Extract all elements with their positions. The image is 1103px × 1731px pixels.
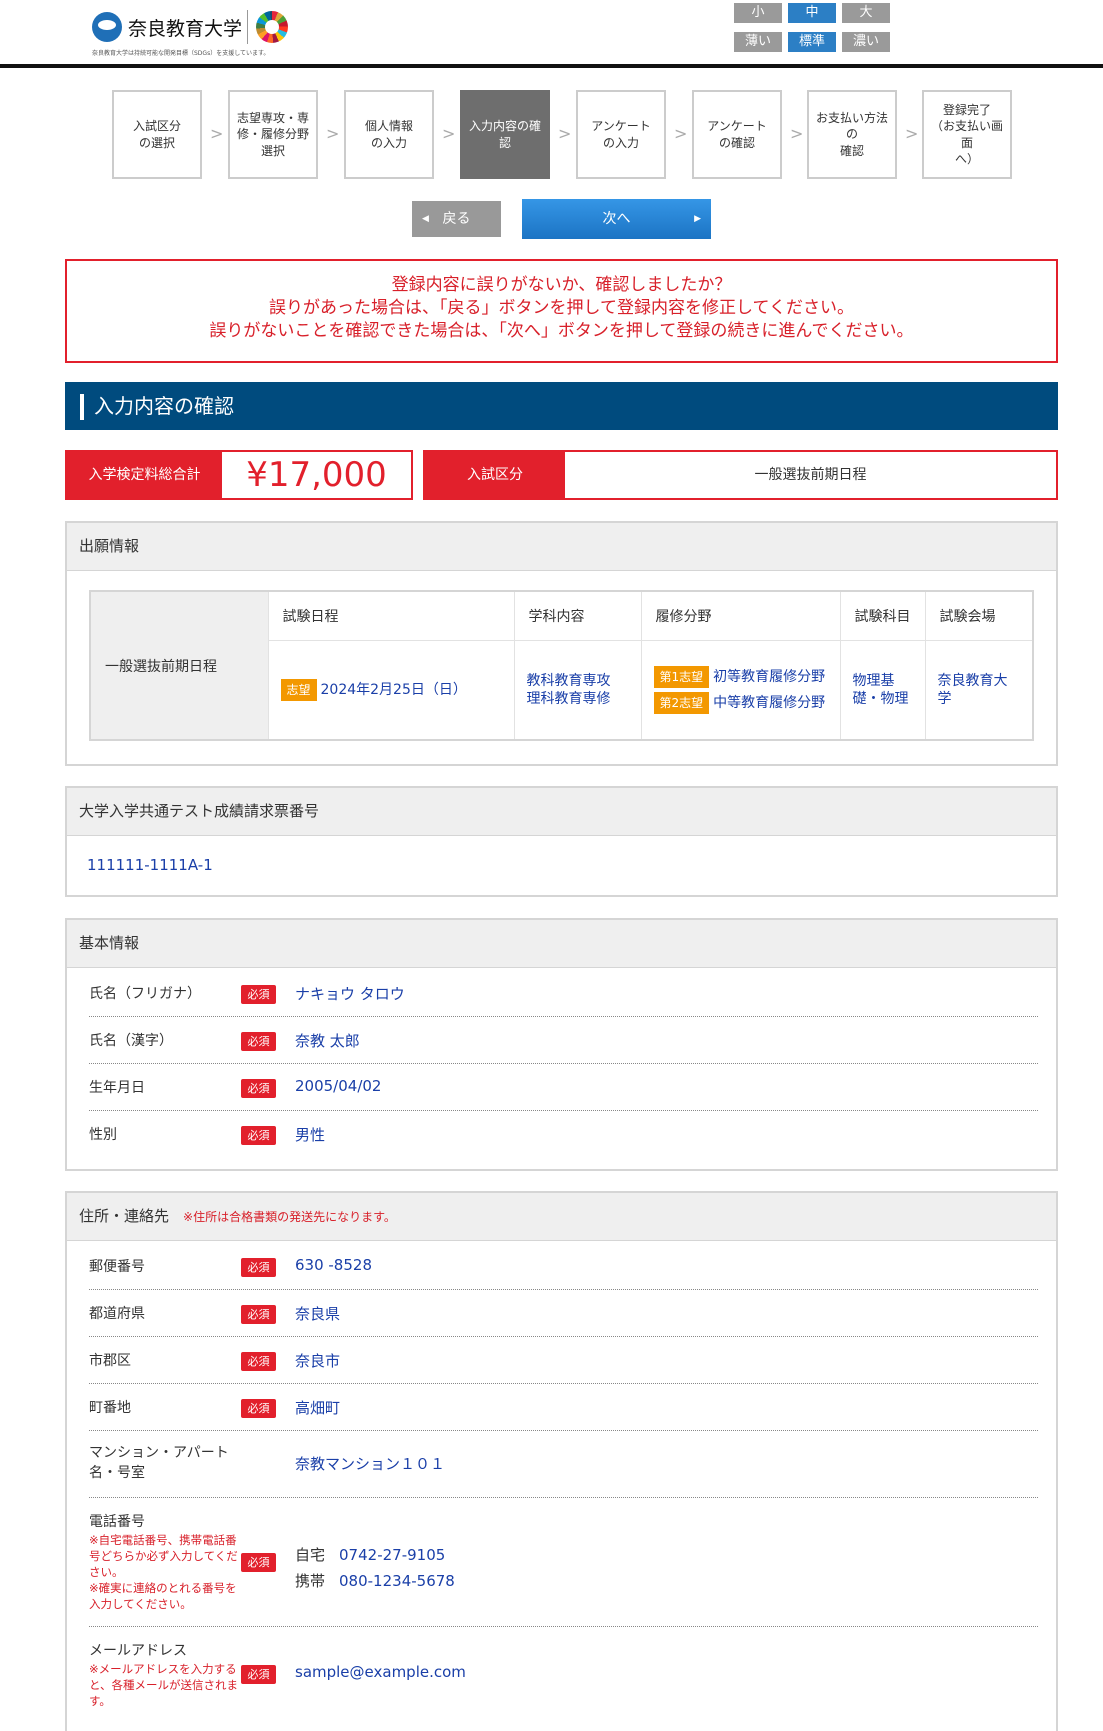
chevron-right-icon: > [674,124,688,143]
chevron-right-icon: > [905,124,919,143]
confirmation-notice: 登録内容に誤りがないか、確認しましたか？ 誤りがあった場合は、「戻る」ボタンを押… [65,259,1058,363]
column-header: 履修分野 [640,590,841,641]
required-badge: 必須 [241,1032,276,1051]
step-7: お支払い方法の 確認 [807,90,897,179]
gender-row: 性別 必須 男性 [89,1126,326,1145]
section-title: 入力内容の確認 [65,382,1058,430]
kanji-name-row: 氏名（漢字） 必須 奈教 太郎 [89,1017,1038,1064]
required-badge: 必須 [241,1399,276,1418]
second-choice-tag: 第2志望 [653,691,710,714]
category-value: 一般選抜前期日程 [754,467,867,483]
column-header: 試験会場 [924,590,1034,641]
address-panel: 住所・連絡先 ※住所は合格書類の発送先になります。 郵便番号 必須 630 -85… [65,1191,1058,1731]
choice-tag: 志望 [280,678,317,701]
required-badge: 必須 [241,1305,276,1324]
fee-value: ¥17,000 [246,455,387,495]
university-name: 奈良教育大学 [128,18,243,40]
address-note: ※住所は合格書類の発送先になります。 [183,1210,396,1224]
first-choice-tag: 第1志望 [653,665,710,688]
email-row: メールアドレス ※メールアドレスを入力すると、各種メールが送信されます。 必須 … [89,1643,466,1708]
step-2: 志望専攻・専 修・履修分野 選択 [228,90,318,179]
common-test-number: 111111-1111A-1 [87,856,213,874]
university-logo[interactable]: 奈良教育大学 奈良教育大学は持続可能な開発目標（SDGs）を支援しています。 [92,8,312,60]
required-badge: 必須 [241,985,276,1004]
postal-code-row: 郵便番号 必須 630 -8528 [89,1241,1038,1290]
venue-cell: 奈良教育大学 [924,639,1034,741]
chevron-right-icon: > [442,124,456,143]
university-emblem-icon [92,12,122,42]
sdgs-tagline: 奈良教育大学は持続可能な開発目標（SDGs）を支援しています。 [92,50,270,57]
required-badge: 必須 [241,1126,276,1145]
category-label: 入試区分 [425,452,565,498]
application-table: 一般選抜前期日程 試験日程 学科内容 履修分野 試験科目 試験会場 志望 2024… [89,590,1040,741]
fee-summary: 入学検定料総合計 ¥17,000 [65,450,413,500]
required-badge: 必須 [241,1665,276,1684]
city-row: 市郡区 必須 奈良市 [89,1337,1038,1384]
chevron-right-icon: > [558,124,572,143]
step-5: アンケート の入力 [576,90,666,179]
step-4-current: 入力内容の確認 [460,90,550,179]
common-test-panel: 大学入学共通テスト成績請求票番号 111111-1111A-1 [65,786,1058,897]
required-badge: 必須 [241,1553,276,1572]
table-header-row: 一般選抜前期日程 試験日程 学科内容 履修分野 試験科目 試験会場 [89,590,1034,741]
triangle-left-icon: ◀ [422,214,429,224]
required-badge: 必須 [241,1079,276,1098]
exam-name-cell: 一般選抜前期日程 [89,590,269,741]
required-badge: 必須 [241,1352,276,1371]
birthdate-row: 生年月日 必須 2005/04/02 [89,1064,1038,1111]
font-size-large-button[interactable]: 大 [842,3,890,23]
fee-label: 入学検定料総合計 [67,452,222,498]
building-row: マンション・アパート 名・号室 奈教マンション１０１ [89,1431,1038,1498]
column-header: 学科内容 [513,590,642,641]
back-button[interactable]: ◀ 戻る [412,201,501,237]
email-note: ※メールアドレスを入力すると、各種メールが送信されます。 [89,1662,239,1708]
step-6: アンケート の確認 [692,90,782,179]
contrast-dark-button[interactable]: 濃い [842,32,890,52]
next-button[interactable]: 次へ ▶ [522,199,711,239]
panel-title: 住所・連絡先 ※住所は合格書類の発送先になります。 [67,1193,1056,1241]
home-phone: 自宅 0742-27-9105 [295,1546,446,1564]
font-size-small-button[interactable]: 小 [734,3,782,23]
panel-title: 基本情報 [67,920,1056,968]
prefecture-row: 都道府県 必須 奈良県 [89,1290,1038,1337]
department-cell: 教科教育専攻 理科教育専修 [513,639,642,741]
exam-category-summary: 入試区分 一般選抜前期日程 [423,450,1058,500]
furigana-row: 氏名（フリガナ） 必須 ナキョウ タロウ [89,968,1038,1017]
phone-row: 電話番号 ※自宅電話番号、携帯電話番号どちらか必ず入力してください。 ※確実に連… [89,1498,1038,1627]
mobile-phone: 携帯 080-1234-5678 [295,1572,455,1590]
panel-title: 大学入学共通テスト成績請求票番号 [67,788,1056,836]
font-size-medium-button[interactable]: 中 [788,3,836,23]
field-cell: 第1志望 初等教育履修分野 第2志望 中等教育履修分野 [640,639,841,741]
contrast-standard-button[interactable]: 標準 [788,32,836,52]
step-8: 登録完了 （お支払い画面 へ） [922,90,1012,179]
chevron-right-icon: > [790,124,804,143]
column-header: 試験科目 [839,590,926,641]
phone-note: ※自宅電話番号、携帯電話番号どちらか必ず入力してください。 ※確実に連絡のとれる… [89,1533,238,1611]
step-1: 入試区分 の選択 [112,90,202,179]
logo-divider [247,10,248,44]
step-3: 個人情報 の入力 [344,90,434,179]
street-row: 町番地 必須 高畑町 [89,1384,1038,1431]
basic-info-panel: 基本情報 氏名（フリガナ） 必須 ナキョウ タロウ 氏名（漢字） 必須 奈教 太… [65,918,1058,1171]
site-header: 奈良教育大学 奈良教育大学は持続可能な開発目標（SDGs）を支援しています。 小… [0,0,1103,68]
triangle-right-icon: ▶ [694,214,701,224]
required-badge: 必須 [241,1258,276,1277]
chevron-right-icon: > [326,124,340,143]
column-header: 試験日程 [267,590,515,641]
chevron-right-icon: > [210,124,224,143]
exam-date-cell: 志望 2024年2月25日（日） [267,639,515,741]
subject-cell: 物理基礎・物理 [839,639,926,741]
contrast-light-button[interactable]: 薄い [734,32,782,52]
panel-title: 出願情報 [67,523,1056,571]
sdgs-wheel-icon [256,11,288,43]
